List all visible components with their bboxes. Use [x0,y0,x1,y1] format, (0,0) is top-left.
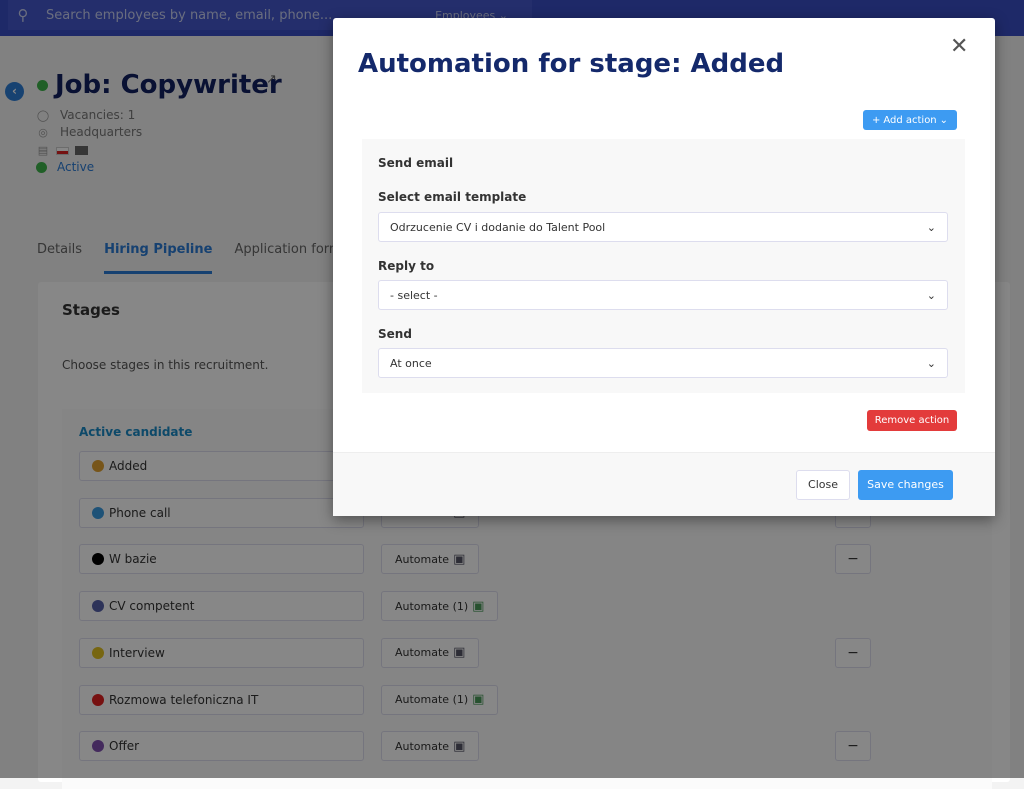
plus-icon: + [871,114,881,126]
template-label: Select email template [378,190,527,204]
remove-action-button[interactable]: Remove action [867,410,957,431]
send-value: At once [390,356,432,370]
close-button[interactable]: Close [796,470,850,500]
chevron-down-icon: ⌄ [926,356,936,370]
chevron-down-icon: ⌄ [939,114,949,126]
reply-to-select[interactable]: - select - ⌄ [378,280,948,310]
template-select[interactable]: Odrzucenie CV i dodanie do Talent Pool ⌄ [378,212,948,242]
chevron-down-icon: ⌄ [926,288,936,302]
modal-footer: Close Save changes [333,452,995,516]
reply-label: Reply to [378,259,435,273]
send-timing-select[interactable]: At once ⌄ [378,348,948,378]
template-value: Odrzucenie CV i dodanie do Talent Pool [390,220,606,234]
send-label: Send [378,327,412,341]
add-action-button[interactable]: + Add action ⌄ [863,110,957,130]
reply-value: - select - [390,288,438,302]
chevron-down-icon: ⌄ [926,220,936,234]
automation-modal: Automation for stage: Added ✕ + Add actio… [333,18,995,516]
add-action-label: Add action [883,114,937,126]
send-email-action: Send email Select email template Odrzuce… [362,139,965,393]
action-title: Send email [378,156,454,170]
close-icon[interactable]: ✕ [950,34,968,59]
save-changes-button[interactable]: Save changes [858,470,953,500]
modal-title: Automation for stage: Added [358,49,785,79]
